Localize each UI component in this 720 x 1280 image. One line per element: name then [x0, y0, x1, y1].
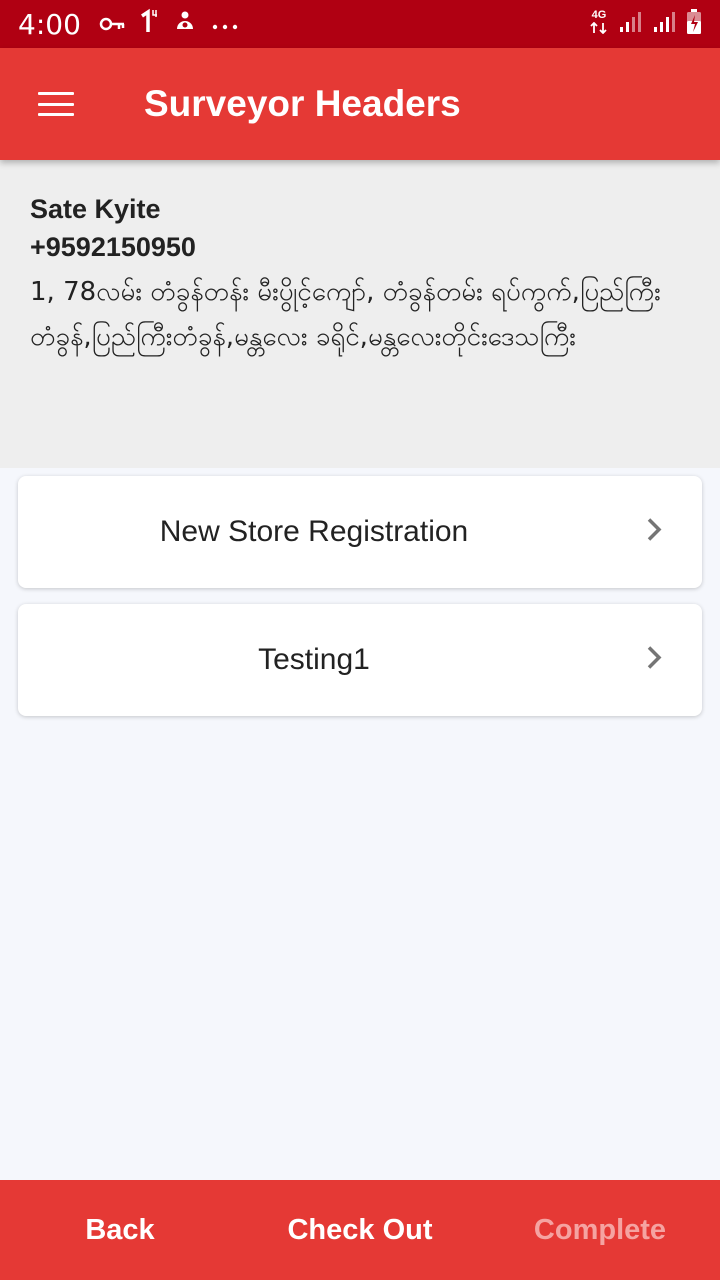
- status-right-icons: 4G: [590, 8, 702, 40]
- chevron-right-icon: [646, 517, 662, 548]
- app-notification-icon: [173, 9, 197, 39]
- bottom-action-bar: Back Check Out Complete: [0, 1180, 720, 1280]
- surveyor-phone: +9592150950: [30, 232, 196, 262]
- testing1-item[interactable]: Testing1: [18, 604, 702, 716]
- list-item-label: Testing1: [258, 643, 370, 676]
- signal-icon: [618, 10, 642, 39]
- status-left-icons: [99, 8, 239, 40]
- more-dots-icon: [211, 11, 239, 37]
- network-type-label: 4G: [591, 8, 607, 21]
- complete-button[interactable]: Complete: [480, 1180, 720, 1280]
- status-time: 4:00: [18, 7, 81, 41]
- app-bar: Surveyor Headers: [0, 48, 720, 160]
- hamburger-menu-icon[interactable]: [0, 48, 112, 160]
- page-title: Surveyor Headers: [144, 83, 461, 124]
- chevron-right-icon: [646, 645, 662, 676]
- new-store-registration-item[interactable]: New Store Registration: [18, 476, 702, 588]
- signal-icon: [652, 10, 676, 39]
- key-icon: [99, 11, 125, 37]
- sim-1-icon: [139, 8, 159, 40]
- battery-charging-icon: [686, 8, 702, 40]
- list-item-label: New Store Registration: [159, 515, 469, 548]
- surveyor-address: 1, 78လမ်း တံခွန်တန်း မီးပွိုင့်ကျော်, တံ…: [30, 277, 661, 352]
- back-button[interactable]: Back: [0, 1180, 240, 1280]
- surveyor-profile: Sate Kyite +9592150950 1, 78လမ်း တံခွန်တ…: [0, 160, 720, 468]
- surveyor-name: Sate Kyite: [30, 194, 161, 224]
- check-out-button[interactable]: Check Out: [240, 1180, 480, 1280]
- network-type-icon: 4G: [590, 8, 608, 39]
- status-bar: 4:00 4G: [0, 0, 720, 48]
